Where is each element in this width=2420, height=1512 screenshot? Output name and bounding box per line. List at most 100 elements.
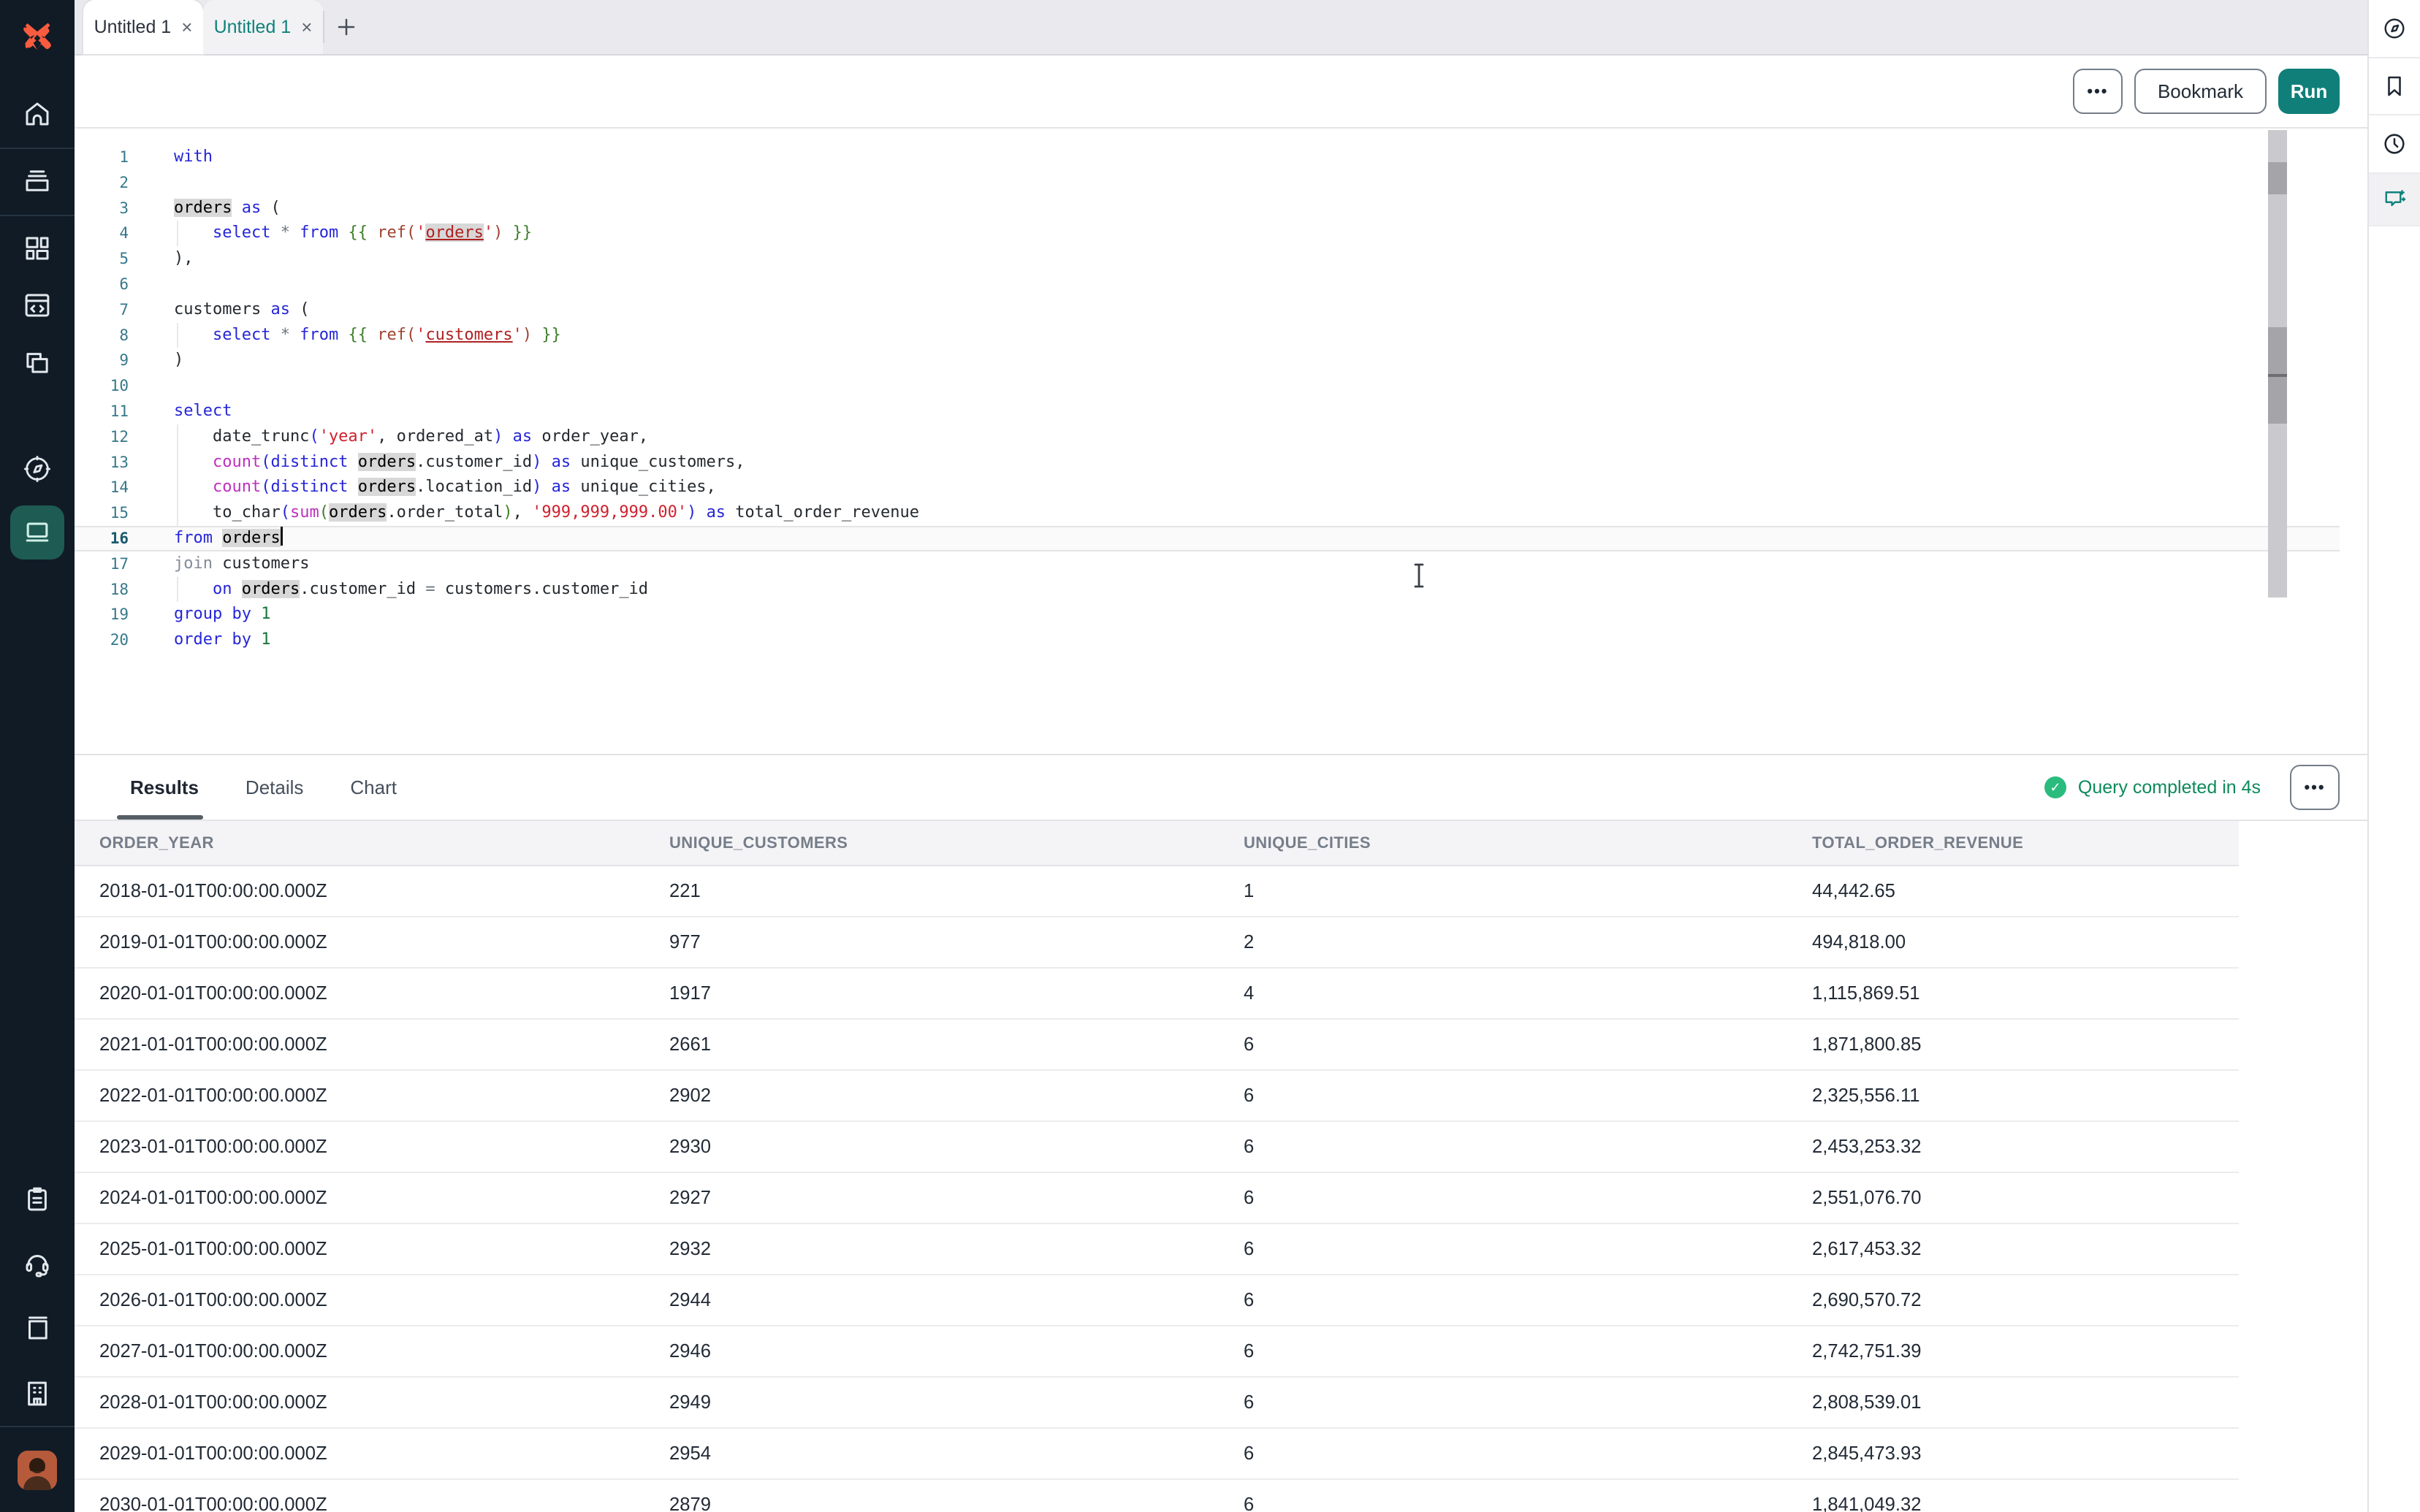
results-tab-results[interactable]: Results bbox=[130, 755, 199, 820]
code-line[interactable]: 3orders as ( bbox=[75, 196, 2367, 221]
explore-compass-icon[interactable] bbox=[2369, 0, 2420, 58]
table-cell: 2025-01-01T00:00:00.000Z bbox=[99, 1239, 669, 1260]
hex-logo-icon[interactable] bbox=[19, 20, 56, 57]
tab-untitled-2[interactable]: Untitled 1 × bbox=[203, 0, 323, 54]
table-row[interactable]: 2027-01-01T00:00:00.000Z294662,742,751.3… bbox=[75, 1326, 2239, 1378]
table-cell: 6 bbox=[1244, 1494, 1812, 1512]
table-row[interactable]: 2024-01-01T00:00:00.000Z292762,551,076.7… bbox=[75, 1173, 2239, 1224]
code-line[interactable]: 19group by 1 bbox=[75, 602, 2367, 627]
table-cell: 2019-01-01T00:00:00.000Z bbox=[99, 932, 669, 953]
code-line[interactable]: 8 select * from {{ ref('customers') }} bbox=[75, 323, 2367, 348]
table-cell: 2,453,253.32 bbox=[1812, 1137, 2239, 1158]
results-more-button[interactable]: ••• bbox=[2290, 765, 2340, 810]
cell-more-button[interactable]: ••• bbox=[2073, 69, 2123, 114]
results-tab-chart[interactable]: Chart bbox=[350, 755, 397, 820]
table-cell: 2,808,539.01 bbox=[1812, 1392, 2239, 1413]
history-clock-icon[interactable] bbox=[2369, 115, 2420, 174]
code-line[interactable]: 12 date_trunc('year', ordered_at) as ord… bbox=[75, 424, 2367, 450]
table-row[interactable]: 2020-01-01T00:00:00.000Z191741,115,869.5… bbox=[75, 969, 2239, 1020]
sidebar-item-organization[interactable] bbox=[0, 1367, 75, 1420]
sidebar-item-home[interactable] bbox=[0, 88, 75, 140]
column-header: UNIQUE_CUSTOMERS bbox=[669, 833, 1244, 852]
table-cell: 2946 bbox=[669, 1341, 1244, 1362]
close-icon[interactable]: × bbox=[301, 18, 312, 37]
tab-label: Untitled 1 bbox=[214, 17, 292, 38]
sidebar-item-components[interactable] bbox=[0, 279, 75, 332]
sidebar-item-notebook-active[interactable] bbox=[10, 505, 64, 560]
sql-editor[interactable]: 1with23orders as (4 select * from {{ ref… bbox=[75, 129, 2367, 754]
code-text: orders as ( bbox=[129, 199, 281, 217]
code-text: select bbox=[129, 402, 232, 420]
code-line[interactable]: 2 bbox=[75, 170, 2367, 196]
bookmark-button[interactable]: Bookmark bbox=[2134, 69, 2267, 114]
results-tab-details[interactable]: Details bbox=[246, 755, 303, 820]
line-number: 14 bbox=[75, 475, 129, 500]
code-line[interactable]: 16from orders bbox=[75, 526, 2340, 551]
close-icon[interactable]: × bbox=[181, 18, 192, 37]
code-line[interactable]: 20order by 1 bbox=[75, 627, 2367, 653]
code-line[interactable]: 18 on orders.customer_id = customers.cus… bbox=[75, 577, 2367, 603]
table-row[interactable]: 2029-01-01T00:00:00.000Z295462,845,473.9… bbox=[75, 1429, 2239, 1480]
table-row[interactable]: 2018-01-01T00:00:00.000Z221144,442.65 bbox=[75, 866, 2239, 917]
app-root: Untitled 1 × Untitled 1 × ••• Bookmark R… bbox=[0, 0, 2420, 1512]
code-line[interactable]: 9) bbox=[75, 348, 2367, 373]
line-number: 8 bbox=[75, 323, 129, 348]
table-cell: 6 bbox=[1244, 1341, 1812, 1362]
code-line[interactable]: 15 to_char(sum(orders.order_total), '999… bbox=[75, 500, 2367, 526]
column-header: TOTAL_ORDER_REVENUE bbox=[1812, 833, 2239, 852]
code-text: select * from {{ ref('customers') }} bbox=[129, 326, 561, 344]
table-cell: 6 bbox=[1244, 1188, 1812, 1209]
table-row[interactable]: 2026-01-01T00:00:00.000Z294462,690,570.7… bbox=[75, 1275, 2239, 1326]
table-cell: 2,617,453.32 bbox=[1812, 1239, 2239, 1260]
table-row[interactable]: 2021-01-01T00:00:00.000Z266161,871,800.8… bbox=[75, 1020, 2239, 1071]
sidebar-item-docs[interactable] bbox=[0, 1302, 75, 1354]
table-cell: 2,742,751.39 bbox=[1812, 1341, 2239, 1362]
line-number: 2 bbox=[75, 170, 129, 196]
table-cell: 1,841,049.32 bbox=[1812, 1494, 2239, 1512]
page-scrollbar[interactable] bbox=[2268, 130, 2287, 597]
table-row[interactable]: 2019-01-01T00:00:00.000Z9772494,818.00 bbox=[75, 917, 2239, 969]
table-row[interactable]: 2022-01-01T00:00:00.000Z290262,325,556.1… bbox=[75, 1071, 2239, 1122]
new-tab-button[interactable] bbox=[324, 0, 368, 54]
line-number: 10 bbox=[75, 373, 129, 399]
table-cell: 2030-01-01T00:00:00.000Z bbox=[99, 1494, 669, 1512]
code-line[interactable]: 4 select * from {{ ref('orders') }} bbox=[75, 221, 2367, 246]
table-row[interactable]: 2023-01-01T00:00:00.000Z293062,453,253.3… bbox=[75, 1122, 2239, 1173]
cell-toolbar: ••• Bookmark Run bbox=[75, 56, 2367, 129]
sidebar-item-changelog[interactable] bbox=[0, 1173, 75, 1226]
user-avatar[interactable] bbox=[18, 1451, 57, 1490]
sidebar-item-explore[interactable] bbox=[0, 443, 75, 495]
sidebar-item-projects[interactable] bbox=[0, 222, 75, 275]
code-line[interactable]: 13 count(distinct orders.customer_id) as… bbox=[75, 450, 2367, 476]
code-text: order by 1 bbox=[129, 630, 270, 649]
table-cell: 2020-01-01T00:00:00.000Z bbox=[99, 983, 669, 1004]
table-cell: 2,690,570.72 bbox=[1812, 1290, 2239, 1311]
run-button[interactable]: Run bbox=[2278, 69, 2340, 114]
code-line[interactable]: 1with bbox=[75, 145, 2367, 170]
code-line[interactable]: 7customers as ( bbox=[75, 297, 2367, 323]
sidebar-item-apps[interactable] bbox=[0, 336, 75, 389]
table-cell: 2027-01-01T00:00:00.000Z bbox=[99, 1341, 669, 1362]
table-row[interactable]: 2025-01-01T00:00:00.000Z293262,617,453.3… bbox=[75, 1224, 2239, 1275]
table-row[interactable]: 2028-01-01T00:00:00.000Z294962,808,539.0… bbox=[75, 1378, 2239, 1429]
scrollbar-segment[interactable] bbox=[2268, 162, 2287, 194]
code-line[interactable]: 10 bbox=[75, 373, 2367, 399]
sidebar-divider bbox=[0, 215, 75, 216]
code-line[interactable]: 17join customers bbox=[75, 551, 2367, 577]
ai-chat-sparkles-icon[interactable] bbox=[2369, 174, 2420, 226]
line-number: 13 bbox=[75, 450, 129, 476]
code-text: with bbox=[129, 148, 213, 166]
sidebar-item-support[interactable] bbox=[0, 1237, 75, 1290]
code-line[interactable]: 11select bbox=[75, 399, 2367, 424]
code-line[interactable]: 5), bbox=[75, 246, 2367, 272]
results-panel: ResultsDetailsChart ✓ Query completed in… bbox=[75, 754, 2367, 1512]
sidebar-divider bbox=[0, 148, 75, 149]
bookmark-icon[interactable] bbox=[2369, 58, 2420, 115]
code-text: join customers bbox=[129, 554, 309, 573]
tab-untitled-1[interactable]: Untitled 1 × bbox=[83, 0, 203, 54]
sidebar-item-collections[interactable] bbox=[0, 155, 75, 207]
code-line[interactable]: 6 bbox=[75, 272, 2367, 297]
code-line[interactable]: 14 count(distinct orders.location_id) as… bbox=[75, 475, 2367, 500]
table-row[interactable]: 2030-01-01T00:00:00.000Z287961,841,049.3… bbox=[75, 1480, 2239, 1512]
table-cell: 4 bbox=[1244, 983, 1812, 1004]
